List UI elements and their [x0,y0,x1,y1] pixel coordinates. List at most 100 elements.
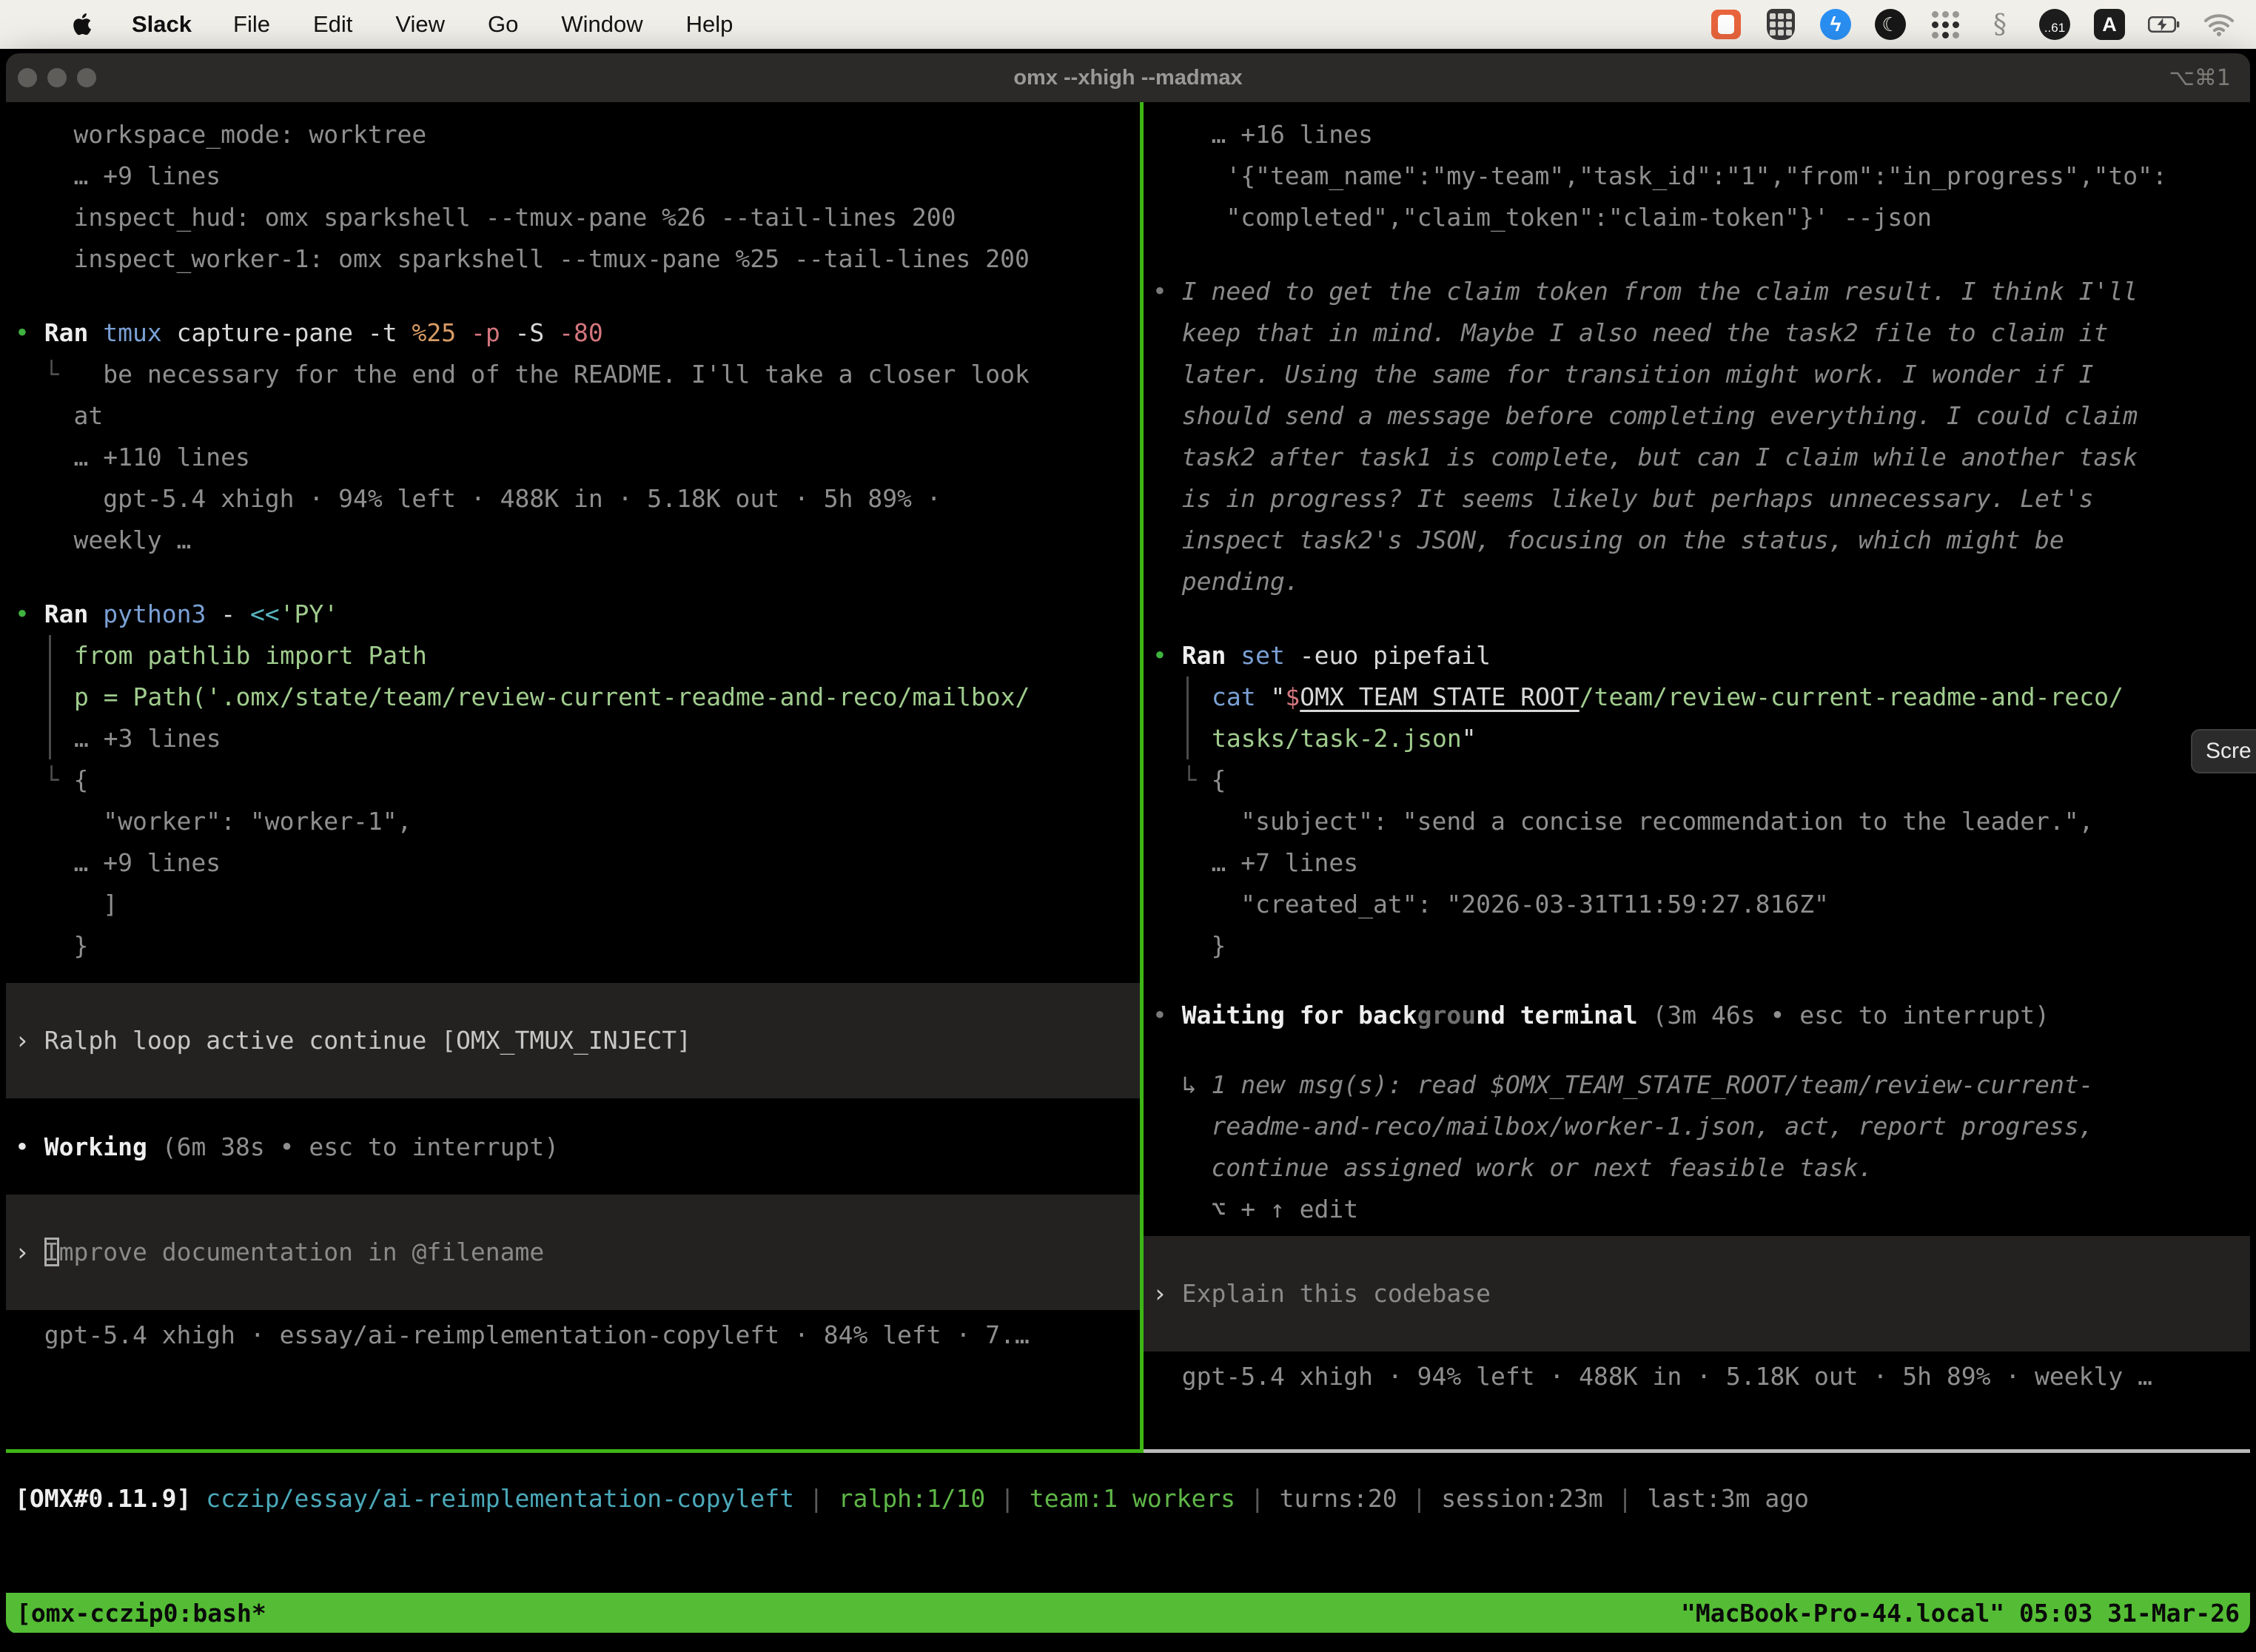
terminal-line: ⌥ + ↑ edit [1152,1189,2250,1230]
terminal-line: } [1152,925,2250,967]
text-segment: p = Path('.omx/state/team/review-current… [74,682,1030,711]
text-segment: inspect_worker-1: omx sparkshell --tmux-… [15,244,1030,273]
text-segment: inspect_hud: omx sparkshell --tmux-pane … [15,203,956,232]
text-segment: └ [15,360,59,389]
terminal-pane-left[interactable]: workspace_mode: worktree … +9 lines insp… [6,102,1140,1449]
text-segment: "created_at": "2026-03-31T11:59:27.816Z" [1152,890,1829,919]
text-segment: (6m 38s • esc to interrupt) [162,1132,559,1161]
menu-item-view[interactable]: View [395,11,445,38]
usage-status-left: gpt-5.4 xhigh · essay/ai-reimplementatio… [15,1314,1140,1356]
terminal-line: } [15,925,1140,967]
text-segment: cczip/essay/ai-reimplementation-copyleft [206,1484,794,1513]
prompt-input-left[interactable]: › Improve documentation in @filename [6,1195,1140,1310]
tmux-host-clock-label: "MacBook-Pro-44.local" 05:03 31-Mar-26 [1681,1599,2240,1628]
text-segment: • [15,1132,44,1161]
terminal-line: inspect_hud: omx sparkshell --tmux-pane … [15,197,1140,238]
omx-status-line: [OMX#0.11.9] cczip/essay/ai-reimplementa… [15,1478,2250,1520]
terminal-line: readme-and-reco/mailbox/worker-1.json, a… [1152,1106,2250,1147]
terminal-line [1152,602,2250,635]
terminal-line: • I need to get the claim token from the… [1152,271,2250,312]
menu-item-go[interactable]: Go [488,11,518,38]
dots-grid-icon[interactable] [1929,8,1961,41]
text-segment: └ [15,765,73,794]
terminal-line: inspect_worker-1: omx sparkshell --tmux-… [15,238,1140,280]
text-segment: • [15,318,44,347]
text-segment: • [1152,1001,1182,1030]
terminal-line: "subject": "send a concise recommendatio… [1152,801,2250,842]
terminal-pane-right[interactable]: … +16 lines '{"team_name":"my-team","tas… [1144,102,2250,1449]
terminal-line: └ { [1152,759,2250,801]
text-segment: tmux [103,318,176,347]
terminal-line: … +3 lines [49,718,1140,759]
terminal-line: "created_at": "2026-03-31T11:59:27.816Z" [1152,884,2250,925]
text-segment: 'PY' [280,600,338,628]
menu-item-file[interactable]: File [233,11,270,38]
text-segment: [OMX#0.11.9] [15,1484,206,1513]
text-segment: '{"team_name":"my-team","task_id":"1","f… [1152,161,2167,190]
terminal-line: … +9 lines [15,842,1140,884]
text-segment: … +9 lines [15,161,221,190]
terminal-line [1152,967,2250,995]
text-segment: is in progress? It seems likely but perh… [1152,484,2094,513]
menubar-status-icons: ϟ ☾ § ..61 A [1710,8,2256,41]
text-segment: … +16 lines [1152,120,1373,149]
text-segment: Ran [44,318,103,347]
terminal-line: later. Using the same for transition mig… [1152,354,2250,395]
messenger-icon[interactable]: ϟ [1819,8,1852,41]
menu-item-window[interactable]: Window [561,11,642,38]
terminal-line: ↳ 1 new msg(s): read $OMX_TEAM_STATE_ROO… [1152,1064,2250,1106]
text-segment: | [1397,1484,1442,1513]
battery-icon[interactable] [2148,8,2181,41]
text-segment: -S [515,318,560,347]
text-segment: Ran [44,600,103,628]
menubar: Slack File Edit View Go Window Help ϟ ☾ … [0,0,2256,49]
titlebar[interactable]: omx --xhigh --madmax ⌥⌘1 [6,53,2250,102]
text-segment: continue assigned work or next feasible … [1152,1153,1873,1182]
input-source-icon[interactable]: A [2093,8,2126,41]
text-segment: └ [1152,765,1211,794]
window-title: omx --xhigh --madmax [6,66,2250,90]
apple-menu-icon[interactable] [71,12,93,37]
grid-shield-icon[interactable] [1765,8,1797,41]
screenshot-icon[interactable] [1710,8,1742,41]
tmux-session-label: [omx-cczip0:bash* [16,1599,266,1628]
squiggle-icon[interactable]: § [1984,8,2016,41]
text-segment: Ran [1182,641,1241,670]
text-segment: ↳ [1152,1070,1211,1099]
text-segment: "subject": "send a concise recommendatio… [1152,807,2094,836]
inject-banner[interactable]: › Ralph loop active continue [OMX_TMUX_I… [6,983,1140,1098]
app-menu-slack[interactable]: Slack [132,11,192,38]
text-segment: OMX_TEAM_STATE_ROOT [1300,682,1579,711]
terminal-line: gpt-5.4 xhigh · 94% left · 488K in · 5.1… [15,478,1140,520]
text-segment: › [15,1238,44,1266]
text-segment: … +9 lines [15,848,221,877]
terminal-line: at [15,395,1140,437]
text-segment: • [15,600,44,628]
badge-61-icon[interactable]: ..61 [2038,8,2071,41]
text-segment: I need to get the claim token from the c… [1182,277,2138,306]
crescent-icon[interactable]: ☾ [1874,8,1907,41]
text-segment: " [1270,682,1285,711]
prompt-input-right[interactable]: › Explain this codebase [1144,1236,2250,1352]
text-segment: ⌥ + ↑ edit [1152,1195,1358,1223]
text-segment: | [1603,1484,1648,1513]
terminal-line: task2 after task1 is complete, but can I… [1152,437,2250,478]
text-segment: … +7 lines [1152,848,1358,877]
text-segment: | [985,1484,1030,1513]
text-segment: " [1462,724,1477,753]
menu-item-help[interactable]: Help [686,11,733,38]
text-segment: %25 [412,318,470,347]
text-segment: gpt-5.4 xhigh · 94% left · 488K in · 5.1… [1152,1362,2152,1391]
menu-item-edit[interactable]: Edit [313,11,352,38]
terminal-line: from pathlib import Path [49,635,1140,676]
text-segment: be necessary for the end of the README. … [59,360,1030,389]
text-segment: { [1211,765,1226,794]
text-segment: gpt-5.4 xhigh · essay/ai-reimplementatio… [15,1320,1030,1349]
text-segment: at [15,401,103,430]
terminal-line: pending. [1152,561,2250,602]
text-segment: "completed","claim_token":"claim-token"}… [1152,203,1932,232]
screenshot-tooltip: Scre [2191,729,2256,773]
text-segment: Working [44,1132,162,1161]
terminal-line [15,561,1140,594]
wifi-icon[interactable] [2203,8,2235,41]
